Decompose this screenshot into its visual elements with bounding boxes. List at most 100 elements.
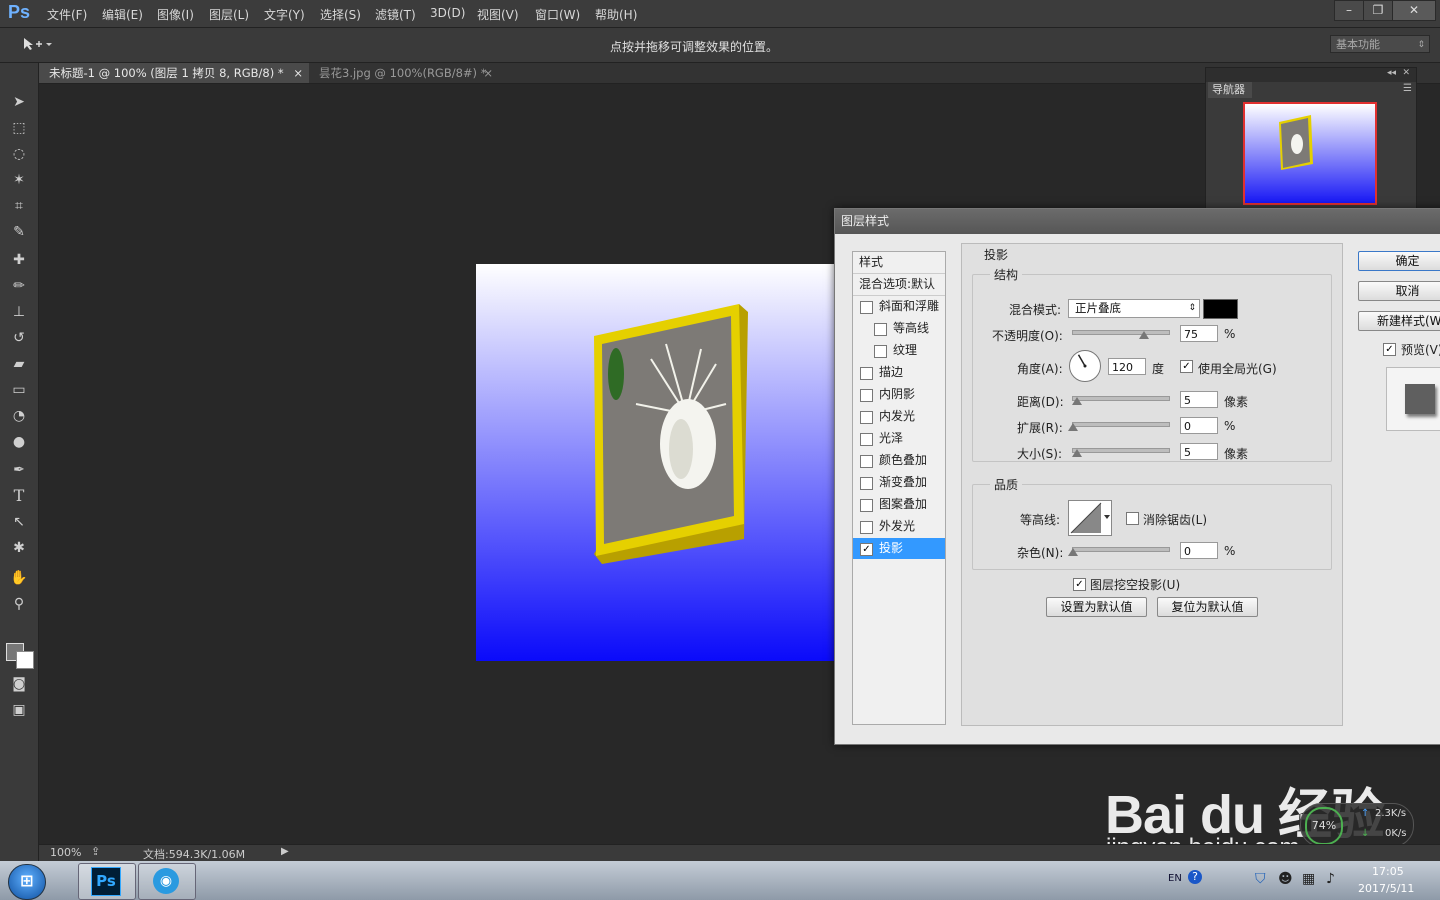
marquee-tool-icon[interactable]: ⬚ bbox=[8, 117, 30, 139]
qq-penguin-icon[interactable]: ☻ bbox=[1278, 871, 1293, 887]
noise-slider[interactable] bbox=[1072, 547, 1170, 552]
style-item[interactable]: 图案叠加 bbox=[853, 494, 945, 515]
security-shield-icon[interactable]: ⛉ bbox=[1255, 871, 1266, 887]
menu-select[interactable]: 选择(S) bbox=[320, 6, 361, 23]
menu-edit[interactable]: 编辑(E) bbox=[102, 6, 143, 23]
screen-mode-icon[interactable]: ▣ bbox=[8, 699, 30, 721]
style-item-checkbox[interactable] bbox=[860, 301, 873, 314]
hand-tool-icon[interactable]: ✋ bbox=[8, 567, 30, 589]
style-item[interactable]: 内阴影 bbox=[853, 384, 945, 405]
help-icon[interactable]: ? bbox=[1188, 870, 1202, 884]
angle-input[interactable]: 120 bbox=[1108, 358, 1146, 375]
input-language[interactable]: EN bbox=[1168, 873, 1182, 884]
style-item[interactable]: 内发光 bbox=[853, 406, 945, 427]
zoom-level[interactable]: 100% bbox=[50, 846, 81, 859]
network-speed-widget[interactable]: 74% ↑ 2.3K/s ↓ 0K/s bbox=[1300, 803, 1414, 847]
style-item[interactable]: 斜面和浮雕 bbox=[853, 296, 945, 317]
network-tray-icon[interactable]: ▦ bbox=[1302, 871, 1315, 887]
style-item-checkbox[interactable] bbox=[860, 433, 873, 446]
style-item[interactable]: ✓ 投影 bbox=[853, 538, 945, 559]
shape-tool-icon[interactable]: ✱ bbox=[8, 537, 30, 559]
menu-type[interactable]: 文字(Y) bbox=[264, 6, 305, 23]
close-window-button[interactable]: ✕ bbox=[1392, 0, 1436, 21]
crop-tool-icon[interactable]: ⌗ bbox=[8, 195, 30, 217]
eyedropper-tool-icon[interactable]: ✎ bbox=[8, 221, 30, 243]
opacity-slider-thumb[interactable] bbox=[1139, 331, 1149, 339]
style-item-checkbox[interactable] bbox=[860, 455, 873, 468]
spread-slider-thumb[interactable] bbox=[1068, 423, 1078, 431]
panel-menu-icon[interactable]: ☰ bbox=[1403, 83, 1412, 94]
knockout-checkbox[interactable]: ✓ bbox=[1073, 578, 1086, 591]
path-selection-tool-icon[interactable]: ↖ bbox=[8, 511, 30, 533]
workspace-select[interactable]: 基本功能 ⇕ bbox=[1330, 35, 1430, 53]
minimize-button[interactable]: – bbox=[1334, 0, 1364, 21]
opacity-input[interactable]: 75 bbox=[1180, 325, 1218, 342]
navigator-thumbnail[interactable] bbox=[1243, 102, 1377, 205]
pen-tool-icon[interactable]: ✒ bbox=[8, 459, 30, 481]
quick-mask-icon[interactable]: ◙ bbox=[8, 673, 30, 695]
style-item-checkbox[interactable] bbox=[860, 389, 873, 402]
tab-tanhua3[interactable]: 昙花3.jpg @ 100%(RGB/8#) * × bbox=[309, 63, 499, 83]
spread-input[interactable]: 0 bbox=[1180, 417, 1218, 434]
dodge-tool-icon[interactable]: ● bbox=[8, 431, 30, 453]
new-style-button[interactable]: 新建样式(W)... bbox=[1358, 311, 1440, 331]
size-slider-thumb[interactable] bbox=[1072, 449, 1082, 457]
close-panel-icon[interactable]: ✕ bbox=[1402, 68, 1410, 78]
noise-input[interactable]: 0 bbox=[1180, 542, 1218, 559]
style-item-checkbox[interactable] bbox=[860, 521, 873, 534]
menu-filter[interactable]: 滤镜(T) bbox=[375, 6, 416, 23]
style-item-checkbox[interactable] bbox=[860, 499, 873, 512]
tab-close-icon[interactable]: × bbox=[293, 63, 303, 83]
cancel-button[interactable]: 取消 bbox=[1358, 281, 1440, 301]
magic-wand-tool-icon[interactable]: ✶ bbox=[8, 169, 30, 191]
style-item[interactable]: 渐变叠加 bbox=[853, 472, 945, 493]
style-item[interactable]: 描边 bbox=[853, 362, 945, 383]
menu-file[interactable]: 文件(F) bbox=[47, 6, 87, 23]
size-slider[interactable] bbox=[1072, 448, 1170, 453]
restore-button[interactable]: ❐ bbox=[1363, 0, 1393, 21]
volume-icon[interactable]: ♪ bbox=[1326, 871, 1335, 887]
healing-brush-tool-icon[interactable]: ✚ bbox=[8, 249, 30, 271]
spread-slider[interactable] bbox=[1072, 422, 1170, 427]
preview-checkbox[interactable]: ✓ bbox=[1383, 343, 1396, 356]
styles-header[interactable]: 样式 bbox=[853, 252, 945, 274]
style-item[interactable]: 纹理 bbox=[853, 340, 945, 361]
gradient-tool-icon[interactable]: ▭ bbox=[8, 379, 30, 401]
size-input[interactable]: 5 bbox=[1180, 443, 1218, 460]
lasso-tool-icon[interactable]: ◌ bbox=[8, 143, 30, 165]
menu-3d[interactable]: 3D(D) bbox=[430, 6, 465, 20]
taskbar-photoshop[interactable]: Ps bbox=[78, 863, 136, 900]
clock-time[interactable]: 17:05 bbox=[1372, 865, 1404, 878]
collapse-icon[interactable]: ◂◂ bbox=[1387, 68, 1396, 78]
background-color-swatch[interactable] bbox=[16, 651, 34, 669]
brush-tool-icon[interactable]: ✏ bbox=[8, 275, 30, 297]
style-item-checkbox[interactable] bbox=[874, 345, 887, 358]
distance-input[interactable]: 5 bbox=[1180, 391, 1218, 408]
angle-dial-icon[interactable] bbox=[1068, 349, 1102, 383]
style-item[interactable]: 光泽 bbox=[853, 428, 945, 449]
opacity-slider[interactable] bbox=[1072, 330, 1170, 335]
style-item[interactable]: 等高线 bbox=[853, 318, 945, 339]
antialias-checkbox[interactable] bbox=[1126, 512, 1139, 525]
menu-window[interactable]: 窗口(W) bbox=[535, 6, 580, 23]
move-tool-icon[interactable]: ➤ bbox=[8, 91, 30, 113]
style-item-checkbox[interactable]: ✓ bbox=[860, 543, 873, 556]
contour-picker[interactable] bbox=[1068, 500, 1112, 536]
move-tool-preset-icon[interactable] bbox=[22, 36, 52, 52]
distance-slider-thumb[interactable] bbox=[1072, 397, 1082, 405]
tab-untitled-1[interactable]: 未标题-1 @ 100% (图层 1 拷贝 8, RGB/8) * × bbox=[39, 63, 309, 83]
blur-tool-icon[interactable]: ◔ bbox=[8, 405, 30, 427]
export-icon[interactable]: ⇪ bbox=[91, 845, 100, 858]
menu-layer[interactable]: 图层(L) bbox=[209, 6, 249, 23]
stamp-tool-icon[interactable]: ⊥ bbox=[8, 301, 30, 323]
noise-slider-thumb[interactable] bbox=[1068, 548, 1078, 556]
style-item[interactable]: 外发光 bbox=[853, 516, 945, 537]
navigator-tab[interactable]: 导航器 bbox=[1208, 82, 1252, 98]
type-tool-icon[interactable]: T bbox=[8, 485, 30, 507]
clock-date[interactable]: 2017/5/11 bbox=[1358, 882, 1414, 895]
style-item-checkbox[interactable] bbox=[860, 367, 873, 380]
start-button-icon[interactable]: ⊞ bbox=[8, 864, 46, 900]
style-item[interactable]: 颜色叠加 bbox=[853, 450, 945, 471]
blend-options-item[interactable]: 混合选项:默认 bbox=[853, 274, 945, 296]
menu-image[interactable]: 图像(I) bbox=[157, 6, 194, 23]
